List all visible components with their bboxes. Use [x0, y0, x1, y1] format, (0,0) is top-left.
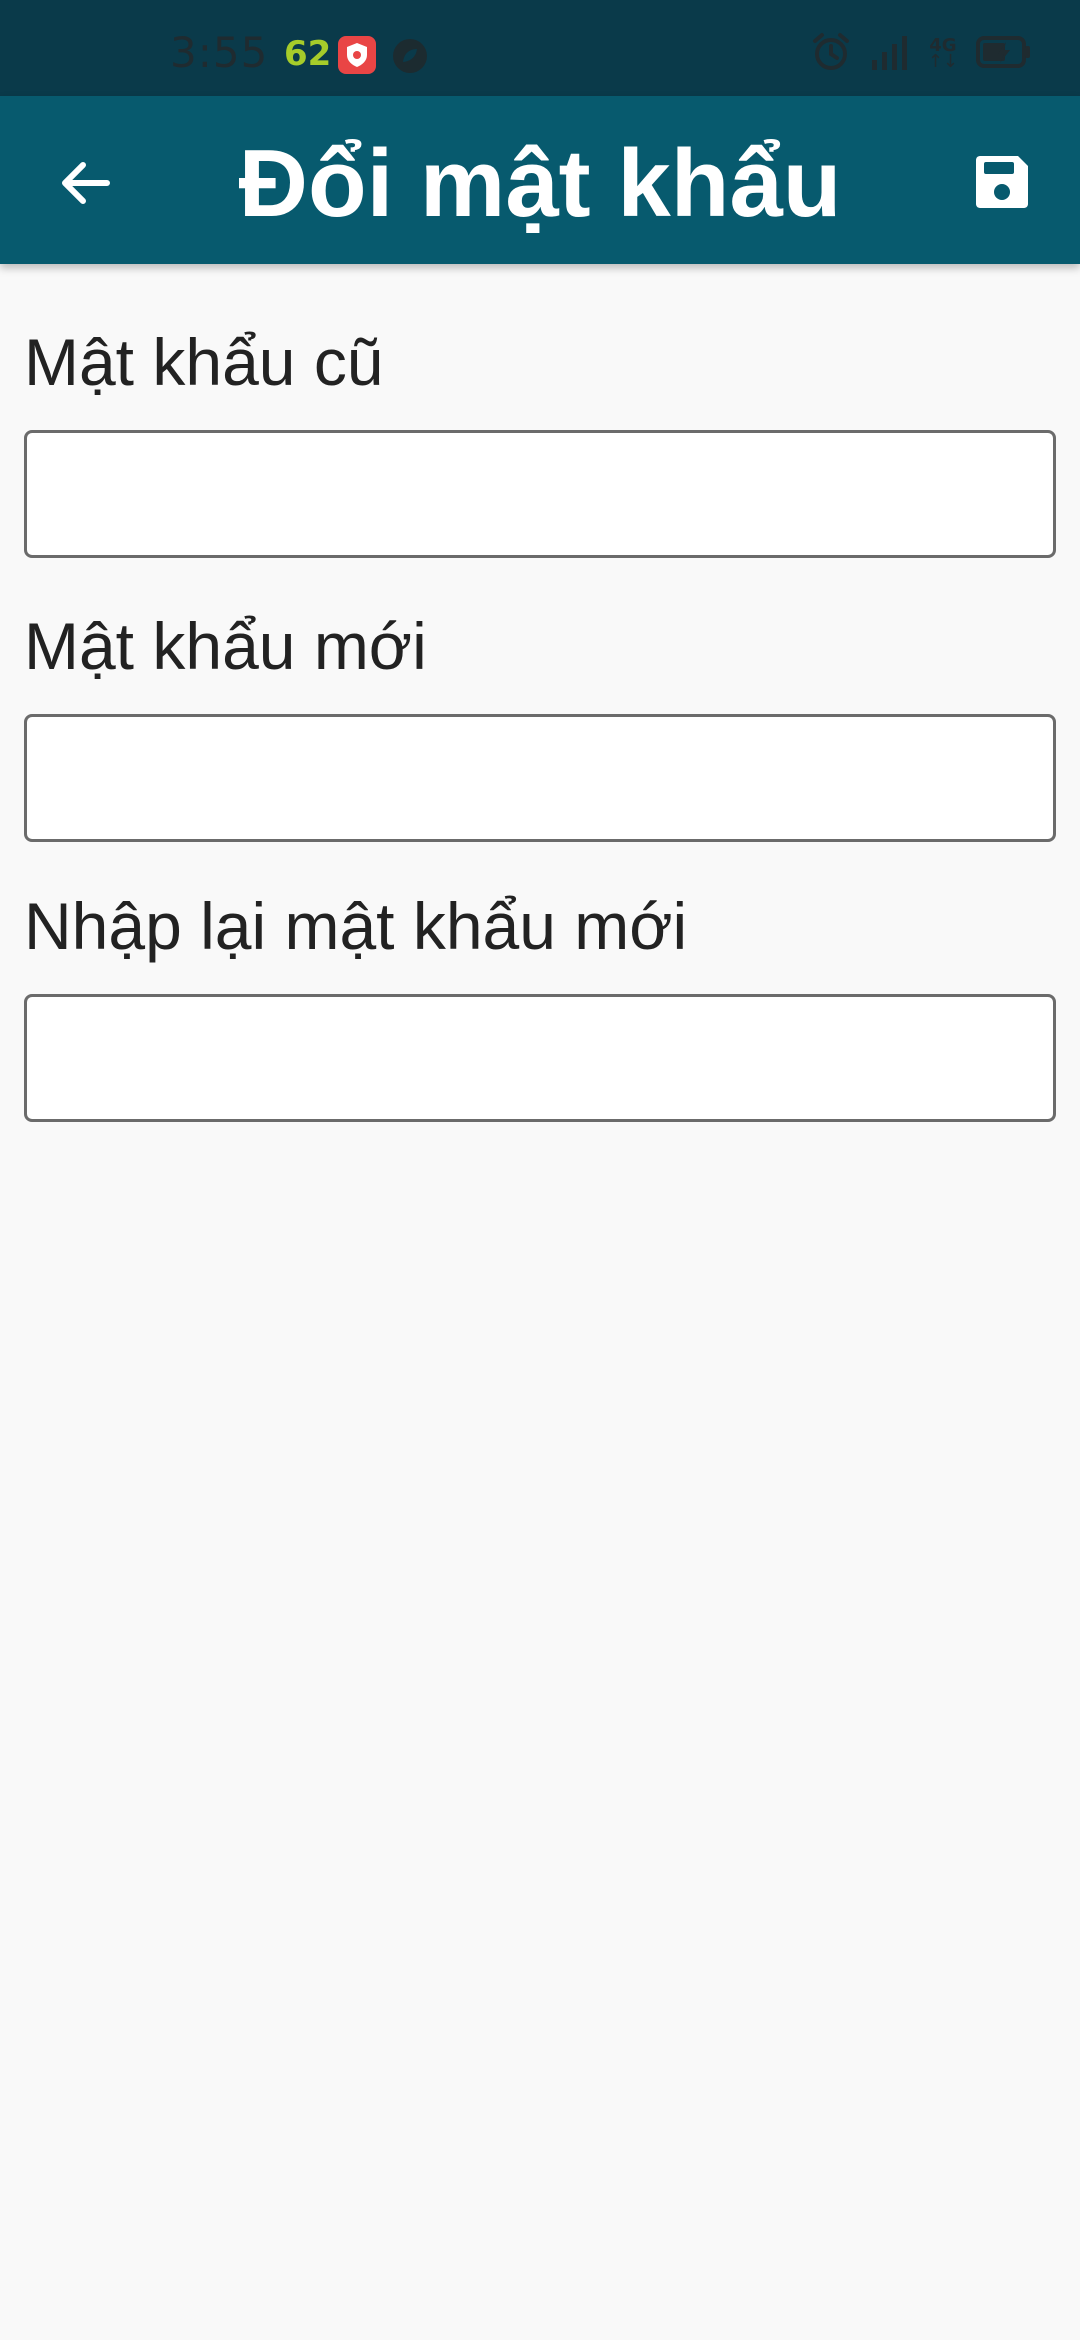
battery-charging-icon: [976, 34, 1032, 75]
alarm-icon: [810, 31, 852, 78]
save-button[interactable]: [952, 134, 1052, 234]
data-arrows-icon: ↑↓: [927, 51, 958, 72]
old-password-group: Mật khẩu cũ: [24, 322, 1056, 558]
status-notification-count: 62: [284, 34, 332, 74]
change-password-form: Mật khẩu cũ Mật khẩu mới Nhập lại mật kh…: [24, 264, 1056, 1122]
app-bar: Đổi mật khẩu: [0, 96, 1080, 264]
confirm-password-label: Nhập lại mật khẩu mới: [24, 889, 688, 963]
signal-icon: [870, 32, 910, 77]
new-password-group: Mật khẩu mới: [24, 606, 1056, 842]
network-4g-icon: 4G ↑↓: [927, 37, 958, 72]
old-password-label: Mật khẩu cũ: [24, 325, 384, 399]
confirm-password-group: Nhập lại mật khẩu mới: [24, 886, 1056, 1122]
status-time: 3:55: [170, 28, 269, 77]
status-bar: 3:55 62 4G ↑↓: [0, 0, 1080, 96]
floppy-disk-icon: [970, 150, 1034, 219]
circle-app-icon: [392, 38, 428, 74]
page-title: Đổi mật khẩu: [238, 130, 842, 237]
new-password-input[interactable]: [24, 714, 1056, 842]
confirm-password-input[interactable]: [24, 994, 1056, 1122]
new-password-label: Mật khẩu mới: [24, 609, 427, 683]
shield-notification-icon: [338, 36, 376, 74]
old-password-input[interactable]: [24, 430, 1056, 558]
